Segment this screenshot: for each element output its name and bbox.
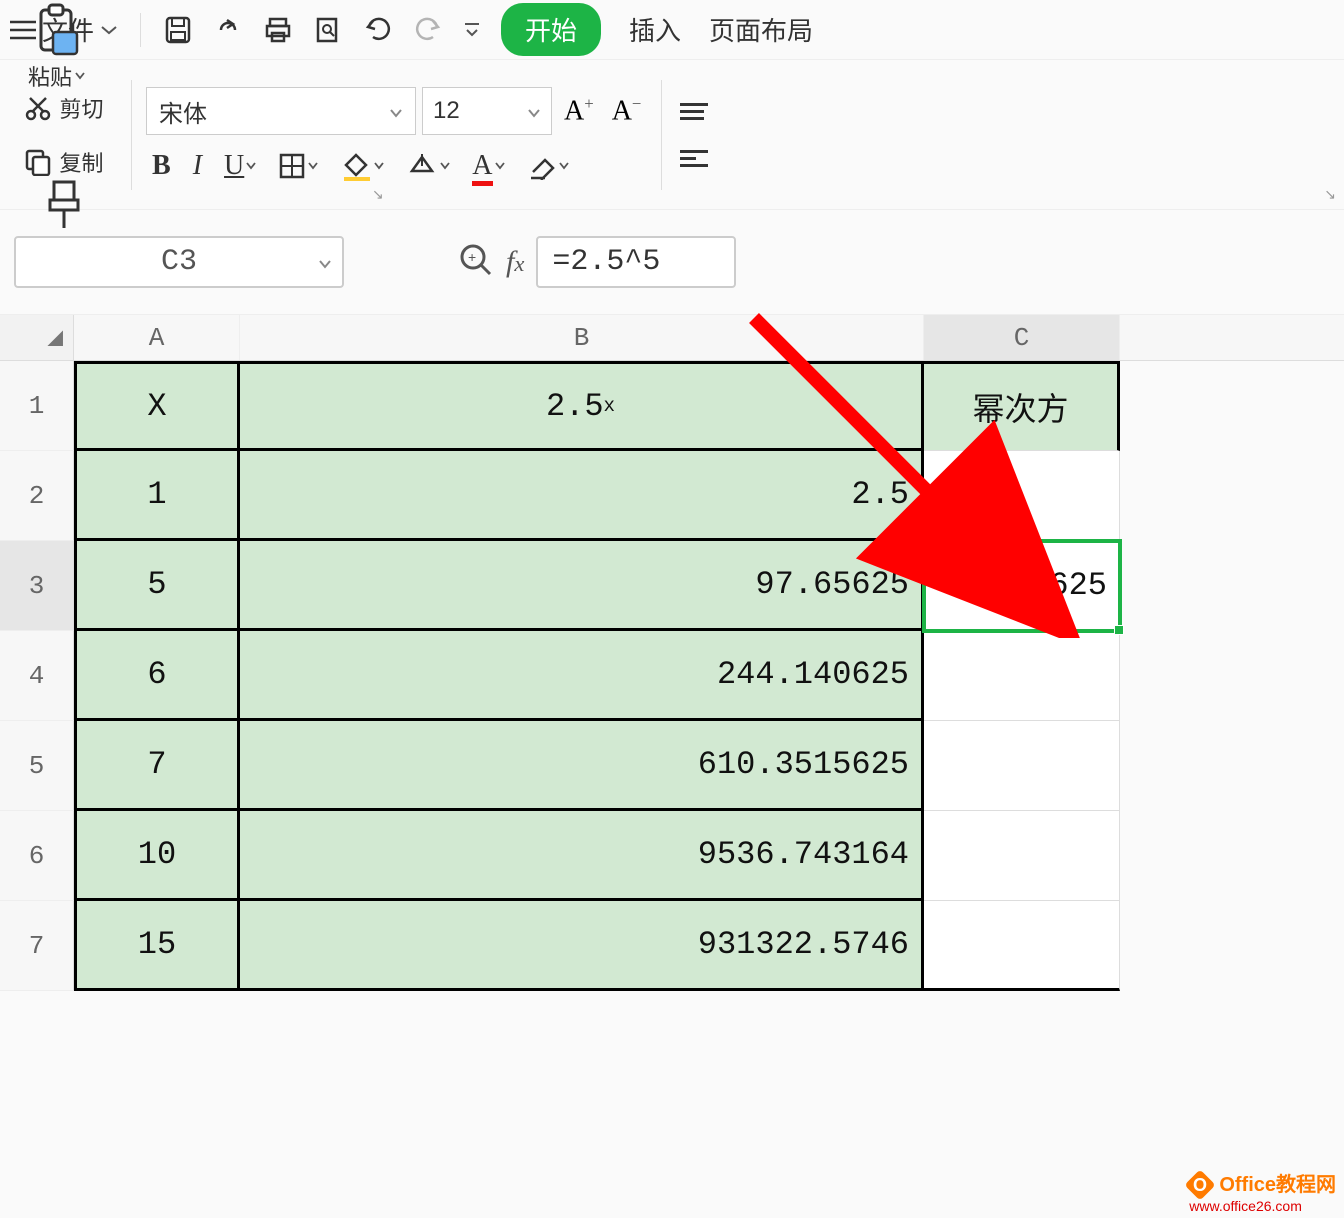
align-top-icon[interactable] [680,103,708,120]
decrease-font-icon[interactable]: A− [612,94,642,127]
font-color-icon[interactable]: A [472,149,504,182]
cell-B2[interactable]: 2.5 [240,451,924,541]
save-icon[interactable] [153,9,203,51]
table-row: 7 15 931322.5746 [0,901,1344,991]
cell-C3-selected[interactable]: 97.65625 [924,541,1120,631]
cell-A4[interactable]: 6 [74,631,240,721]
cell-A2[interactable]: 1 [74,451,240,541]
italic-icon[interactable]: I [193,150,202,182]
cell-B3[interactable]: 97.65625 [240,541,924,631]
fill-handle[interactable] [1114,625,1124,635]
row-header-1[interactable]: 1 [0,361,74,451]
cut-label: 剪切 [60,92,104,124]
cell-A1[interactable]: X [74,361,240,451]
fill-color-icon[interactable] [340,151,384,181]
formula-value: =2.5^5 [552,245,660,279]
column-header-row: ◢ A B C [0,315,1344,361]
col-header-B[interactable]: B [240,315,924,360]
formula-bar: C3 + fx =2.5^5 [0,210,1344,315]
tab-insert[interactable]: 插入 [629,11,681,48]
row-header-3[interactable]: 3 [0,541,74,631]
cell-B5[interactable]: 610.3515625 [240,721,924,811]
table-row: 3 5 97.65625 97.65625 [0,541,1344,631]
ribbon: 粘贴 剪切 复制 格式刷 ↘ 宋体 [0,60,1344,210]
menubar: 文件 开始 插入 页面布局 [0,0,1344,60]
col-header-A[interactable]: A [74,315,240,360]
row-header-4[interactable]: 4 [0,631,74,721]
copy-label: 复制 [60,146,104,178]
borders-icon[interactable] [278,152,318,180]
bold-icon[interactable]: B [152,150,171,182]
underline-icon[interactable]: U [224,150,256,182]
cell-A3[interactable]: 5 [74,541,240,631]
eraser-icon[interactable] [527,152,569,180]
print-icon[interactable] [253,9,303,51]
watermark-title: Office教程网 [1219,1174,1336,1196]
tab-begin[interactable]: 开始 [501,3,601,56]
cell-C7[interactable] [924,901,1120,991]
table-row: 1 X 2.5x 幂次方 [0,361,1344,451]
paste-button[interactable]: 粘贴 [28,2,85,92]
quick-access-dropdown-icon[interactable] [453,14,491,46]
row-header-7[interactable]: 7 [0,901,74,991]
share-icon[interactable] [203,9,253,51]
svg-text:+: + [468,249,476,265]
group-launcher-icon[interactable]: ↘ [372,186,384,203]
cell-C1[interactable]: 幂次方 [924,361,1120,451]
clipboard-group: 粘贴 剪切 复制 格式刷 [0,60,127,209]
cell-C2[interactable] [924,451,1120,541]
ribbon-divider [131,80,132,190]
redo-icon[interactable] [403,9,453,51]
font-name-value: 宋体 [159,94,207,129]
ribbon-divider [661,80,662,190]
watermark-url: www.office26.com [1189,1198,1302,1214]
cell-C3-value: 97.65625 [953,567,1107,604]
paste-label: 粘贴 [28,60,72,92]
col-header-C[interactable]: C [924,315,1120,360]
font-size-value: 12 [433,97,460,125]
formula-input[interactable]: =2.5^5 [536,236,736,288]
font-size-select[interactable]: 12 [422,87,552,135]
print-preview-icon[interactable] [303,9,353,51]
name-box[interactable]: C3 [14,236,344,288]
watermark-badge-icon: O [1185,1169,1216,1200]
cell-B1-base: 2.5 [546,388,604,425]
name-box-value: C3 [161,245,197,279]
cell-C5[interactable] [924,721,1120,811]
cut-button[interactable]: 剪切 [24,92,104,124]
watermark: O Office教程网 www.office26.com [1189,1174,1336,1214]
menu-divider [140,13,141,47]
font-group: 宋体 12 A+ A− B I U [136,77,657,192]
cell-B6[interactable]: 9536.743164 [240,811,924,901]
cell-A7[interactable]: 15 [74,901,240,991]
cell-B4[interactable]: 244.140625 [240,631,924,721]
font-name-select[interactable]: 宋体 [146,87,416,135]
cell-C6[interactable] [924,811,1120,901]
spreadsheet: ◢ A B C 1 X 2.5x 幂次方 2 1 2.5 3 5 97.6562… [0,315,1344,991]
increase-font-icon[interactable]: A+ [564,94,594,127]
align-left-icon[interactable] [680,150,708,167]
row-header-2[interactable]: 2 [0,451,74,541]
table-row: 5 7 610.3515625 [0,721,1344,811]
cell-B1[interactable]: 2.5x [240,361,924,451]
cell-B7[interactable]: 931322.5746 [240,901,924,991]
row-header-5[interactable]: 5 [0,721,74,811]
zoom-search-icon[interactable]: + [458,242,494,283]
select-all-corner[interactable]: ◢ [0,315,74,360]
cell-C4[interactable] [924,631,1120,721]
table-row: 6 10 9536.743164 [0,811,1344,901]
align-group [666,60,722,209]
cell-A5[interactable]: 7 [74,721,240,811]
undo-icon[interactable] [353,9,403,51]
tab-layout[interactable]: 页面布局 [709,11,813,48]
fill-icon[interactable] [406,151,450,181]
table-row: 4 6 244.140625 [0,631,1344,721]
copy-button[interactable]: 复制 [24,146,104,178]
table-row: 2 1 2.5 [0,451,1344,541]
font-group-launcher-icon[interactable]: ↘ [1324,186,1336,203]
cell-B1-sup: x [604,395,616,417]
row-header-6[interactable]: 6 [0,811,74,901]
fx-icon[interactable]: fx [506,245,524,279]
cell-A6[interactable]: 10 [74,811,240,901]
